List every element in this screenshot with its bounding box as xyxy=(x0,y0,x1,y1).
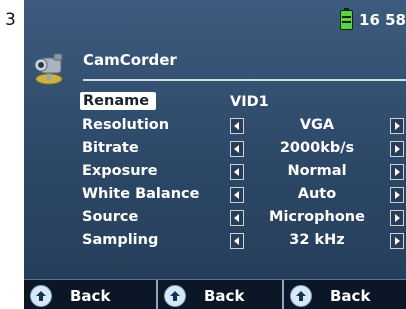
setting-value: 2000kb/s xyxy=(279,140,355,156)
arrow-right-icon[interactable] xyxy=(390,164,404,180)
setting-row-bitrate[interactable]: Bitrate 2000kb/s xyxy=(24,137,406,159)
back-button-label: Back xyxy=(204,287,245,305)
setting-label: White Balance xyxy=(82,186,200,202)
arrow-left-icon[interactable] xyxy=(230,210,244,226)
setting-row-resolution[interactable]: Resolution VGA xyxy=(24,114,406,136)
back-button-3[interactable]: Back xyxy=(290,282,370,309)
setting-value: Auto xyxy=(297,186,337,202)
clock: 16 58 xyxy=(359,11,406,29)
bottom-divider xyxy=(282,280,284,309)
setting-label: Source xyxy=(82,209,139,225)
setting-row-exposure[interactable]: Exposure Normal xyxy=(24,160,406,182)
arrow-left-icon[interactable] xyxy=(230,141,244,157)
bottom-bar: Back Back Back xyxy=(24,279,406,309)
setting-value: 32 kHz xyxy=(289,232,345,248)
back-button-1[interactable]: Back xyxy=(30,282,110,309)
battery-icon xyxy=(340,8,354,30)
setting-label: Exposure xyxy=(82,163,158,179)
title-divider xyxy=(83,79,406,81)
back-arrow-icon xyxy=(290,285,312,307)
setting-row-white-balance[interactable]: White Balance Auto xyxy=(24,183,406,205)
bottom-divider xyxy=(156,280,158,309)
setting-row-sampling[interactable]: Sampling 32 kHz xyxy=(24,229,406,251)
arrow-left-icon[interactable] xyxy=(230,187,244,203)
arrow-left-icon[interactable] xyxy=(230,118,244,134)
back-button-2[interactable]: Back xyxy=(164,282,244,309)
setting-label: Bitrate xyxy=(82,140,139,156)
arrow-right-icon[interactable] xyxy=(390,118,404,134)
back-button-label: Back xyxy=(330,287,371,305)
setting-label: Rename xyxy=(80,92,157,110)
arrow-right-icon[interactable] xyxy=(390,210,404,226)
page-number: 3 xyxy=(5,10,16,30)
setting-value: VGA xyxy=(299,117,335,133)
arrow-left-icon[interactable] xyxy=(230,233,244,249)
back-arrow-icon xyxy=(30,285,52,307)
app-title: CamCorder xyxy=(83,51,177,69)
arrow-right-icon[interactable] xyxy=(390,233,404,249)
setting-row-rename[interactable]: Rename VID1 xyxy=(24,91,406,113)
setting-value: VID1 xyxy=(230,94,269,110)
setting-value: Microphone xyxy=(269,209,365,225)
setting-label: Resolution xyxy=(82,117,170,133)
back-button-label: Back xyxy=(70,287,111,305)
device-screen: 16 58 CamCorder Rename VID1 Resolution V… xyxy=(24,0,406,309)
back-arrow-icon xyxy=(164,285,186,307)
setting-value: Normal xyxy=(287,163,347,179)
arrow-right-icon[interactable] xyxy=(390,141,404,157)
arrow-left-icon[interactable] xyxy=(230,164,244,180)
status-bar: 16 58 xyxy=(340,8,406,30)
setting-label: Sampling xyxy=(82,232,159,248)
setting-row-source[interactable]: Source Microphone xyxy=(24,206,406,228)
camcorder-icon xyxy=(32,48,68,88)
arrow-right-icon[interactable] xyxy=(390,187,404,203)
